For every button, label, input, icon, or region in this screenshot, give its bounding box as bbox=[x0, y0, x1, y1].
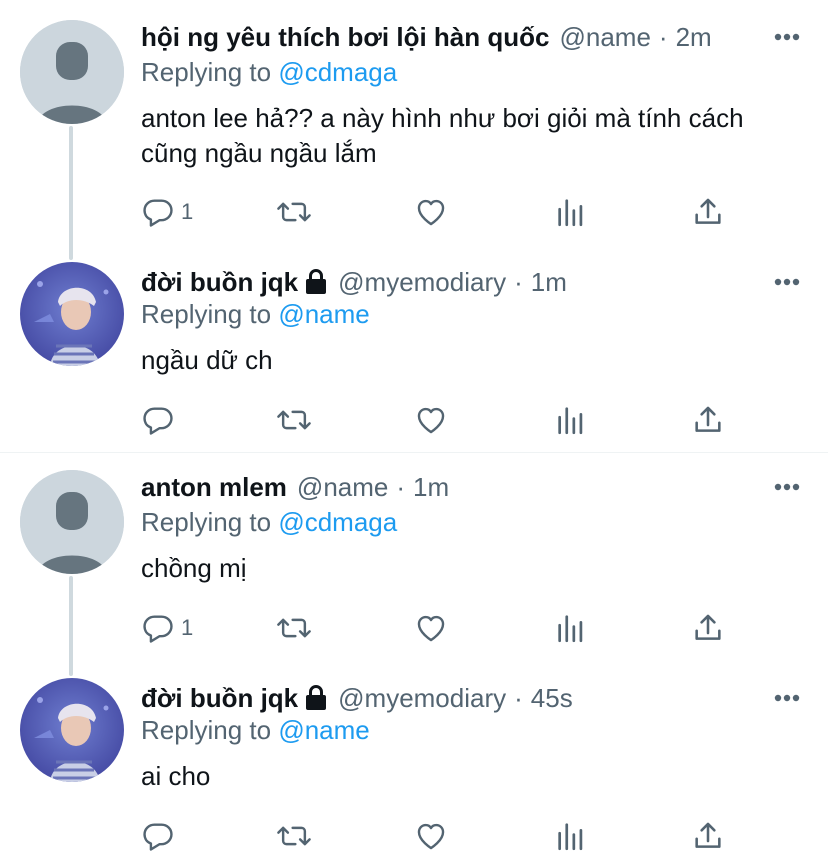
tweet-actions bbox=[141, 818, 741, 854]
reply-button[interactable] bbox=[141, 402, 181, 438]
replying-to-mention[interactable]: @name bbox=[278, 299, 369, 329]
timestamp[interactable]: 1m bbox=[413, 472, 449, 503]
like-icon bbox=[414, 403, 448, 437]
more-dots-icon[interactable] bbox=[774, 469, 800, 505]
user-handle[interactable]: @name bbox=[297, 472, 388, 503]
retweet-button[interactable] bbox=[275, 402, 313, 438]
replying-to-mention[interactable]: @cdmaga bbox=[278, 507, 397, 537]
retweet-icon bbox=[275, 403, 313, 437]
tweet-text: chồng mị bbox=[141, 553, 247, 583]
more-dots-icon[interactable] bbox=[774, 264, 800, 300]
tweet-text: ai cho bbox=[141, 761, 211, 791]
like-button[interactable] bbox=[414, 610, 448, 646]
user-handle[interactable]: @myemodiary bbox=[338, 267, 506, 298]
tweet-actions bbox=[141, 402, 741, 438]
replying-prefix: Replying to bbox=[141, 299, 272, 329]
replying-to: Replying to @cdmaga bbox=[141, 57, 397, 88]
lock-icon bbox=[304, 269, 328, 295]
analytics-button[interactable] bbox=[554, 194, 588, 230]
analytics-button[interactable] bbox=[554, 818, 588, 854]
default-avatar-icon bbox=[20, 470, 124, 574]
display-name[interactable]: anton mlem bbox=[141, 472, 287, 503]
replying-prefix: Replying to bbox=[141, 57, 272, 87]
replying-to: Replying to @name bbox=[141, 299, 370, 330]
like-icon bbox=[414, 819, 448, 853]
photo-avatar-icon bbox=[20, 678, 124, 782]
share-icon bbox=[691, 403, 725, 437]
reply-icon bbox=[141, 403, 175, 437]
retweet-button[interactable] bbox=[275, 194, 313, 230]
avatar[interactable] bbox=[20, 262, 124, 366]
display-name[interactable]: đời buồn jqk bbox=[141, 683, 298, 714]
thread-line bbox=[69, 126, 73, 260]
tweet-header: đời buồn jqk @myemodiary · 1m bbox=[141, 264, 828, 300]
share-button[interactable] bbox=[691, 610, 725, 646]
reply-count: 1 bbox=[181, 199, 194, 224]
analytics-icon bbox=[554, 611, 588, 645]
replying-to-mention[interactable]: @cdmaga bbox=[278, 57, 397, 87]
tweet-text: ngầu dữ ch bbox=[141, 345, 273, 375]
retweet-icon bbox=[275, 819, 313, 853]
display-name[interactable]: đời buồn jqk bbox=[141, 267, 298, 298]
analytics-button[interactable] bbox=[554, 402, 588, 438]
retweet-button[interactable] bbox=[275, 610, 313, 646]
tweet-text: anton lee hả?? a này hình như bơi giỏi m… bbox=[141, 103, 744, 168]
analytics-icon bbox=[554, 403, 588, 437]
photo-avatar-icon bbox=[20, 262, 124, 366]
more-dots-icon[interactable] bbox=[774, 19, 800, 55]
analytics-icon bbox=[554, 819, 588, 853]
default-avatar-icon bbox=[20, 20, 124, 124]
separator-dot: · bbox=[514, 266, 523, 297]
timestamp[interactable]: 1m bbox=[531, 267, 567, 298]
like-button[interactable] bbox=[414, 194, 448, 230]
analytics-icon bbox=[554, 195, 588, 229]
separator-dot: · bbox=[658, 21, 668, 52]
timestamp[interactable]: 45s bbox=[531, 683, 573, 714]
avatar[interactable] bbox=[20, 470, 124, 574]
thread-line bbox=[69, 576, 73, 676]
replying-to-mention[interactable]: @name bbox=[278, 715, 369, 745]
reply-icon bbox=[141, 195, 175, 229]
retweet-icon bbox=[275, 611, 313, 645]
tweet-header: đời buồn jqk @myemodiary · 45s bbox=[141, 680, 828, 716]
like-icon bbox=[414, 611, 448, 645]
replying-prefix: Replying to bbox=[141, 715, 272, 745]
like-icon bbox=[414, 195, 448, 229]
tweet-header: anton mlem @name · 1m bbox=[141, 469, 828, 505]
replying-to: Replying to @cdmaga bbox=[141, 507, 397, 538]
separator-dot: · bbox=[396, 471, 406, 502]
share-button[interactable] bbox=[691, 194, 725, 230]
user-handle[interactable]: @myemodiary bbox=[338, 683, 506, 714]
share-icon bbox=[691, 195, 725, 229]
reply-count: 1 bbox=[181, 615, 194, 640]
share-icon bbox=[691, 819, 725, 853]
avatar[interactable] bbox=[20, 20, 124, 124]
reply-button[interactable]: 1 bbox=[141, 194, 193, 230]
replying-prefix: Replying to bbox=[141, 507, 272, 537]
avatar[interactable] bbox=[20, 678, 124, 782]
user-handle[interactable]: @name bbox=[559, 22, 650, 53]
more-dots-icon[interactable] bbox=[774, 680, 800, 716]
retweet-button[interactable] bbox=[275, 818, 313, 854]
display-name[interactable]: hội ng yêu thích bơi lội hàn quốc bbox=[141, 22, 549, 53]
reply-button[interactable]: 1 bbox=[141, 610, 193, 646]
tweet-actions: 1 bbox=[141, 610, 741, 646]
share-button[interactable] bbox=[691, 818, 725, 854]
analytics-button[interactable] bbox=[554, 610, 588, 646]
reply-icon bbox=[141, 819, 175, 853]
tweet-header: hội ng yêu thích bơi lội hàn quốc @name … bbox=[141, 19, 828, 55]
timestamp[interactable]: 2m bbox=[676, 22, 712, 53]
separator-dot: · bbox=[514, 682, 523, 713]
reply-button[interactable] bbox=[141, 818, 181, 854]
like-button[interactable] bbox=[414, 402, 448, 438]
replying-to: Replying to @name bbox=[141, 715, 370, 746]
tweet-actions: 1 bbox=[141, 194, 741, 230]
thread-divider bbox=[0, 452, 828, 453]
lock-icon bbox=[304, 685, 328, 711]
retweet-icon bbox=[275, 195, 313, 229]
like-button[interactable] bbox=[414, 818, 448, 854]
reply-icon bbox=[141, 611, 175, 645]
share-button[interactable] bbox=[691, 402, 725, 438]
share-icon bbox=[691, 611, 725, 645]
